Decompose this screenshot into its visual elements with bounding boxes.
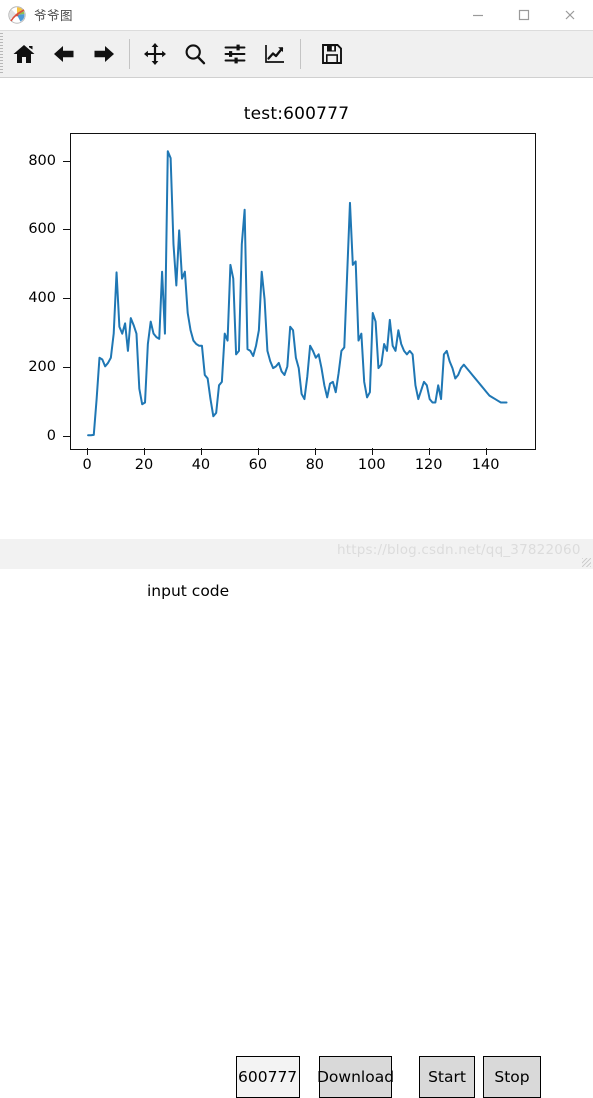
minimize-icon[interactable] xyxy=(455,0,501,29)
edit-axis-chart-icon[interactable] xyxy=(255,34,295,74)
plot-area[interactable] xyxy=(70,133,536,450)
download-button[interactable]: Download xyxy=(317,1056,394,1098)
stock-code-input[interactable] xyxy=(236,1056,300,1098)
y-tick-mark xyxy=(63,367,70,369)
stop-button[interactable]: Stop xyxy=(483,1056,541,1098)
x-tick-mark xyxy=(371,448,373,455)
y-tick-label: 800 xyxy=(28,152,56,169)
maximize-icon[interactable] xyxy=(501,0,547,29)
close-icon[interactable] xyxy=(547,0,593,29)
figure-canvas: test:600777 0 200 400 600 800 0 20 40 60 80 100 12… xyxy=(0,79,593,1098)
y-tick-label: 0 xyxy=(46,427,56,444)
x-tick-label: 40 xyxy=(191,457,211,473)
y-tick-mark xyxy=(63,160,70,162)
x-tick-mark xyxy=(257,448,259,455)
pan-move-icon[interactable] xyxy=(135,34,175,74)
subplot-sliders-icon[interactable] xyxy=(215,34,255,74)
data-line-plot xyxy=(87,150,508,437)
toolbar-separator-2 xyxy=(300,39,301,69)
x-tick-label: 0 xyxy=(82,457,92,473)
x-tick-label: 100 xyxy=(357,457,386,473)
y-tick-label: 400 xyxy=(28,290,56,307)
x-tick-mark xyxy=(144,448,146,455)
chart-title: test:600777 xyxy=(243,104,350,124)
x-tick-label: 20 xyxy=(134,457,154,473)
x-tick-mark xyxy=(200,448,203,455)
x-tick-label: 60 xyxy=(248,457,268,473)
window-buttons xyxy=(455,0,593,29)
save-floppy-icon[interactable] xyxy=(312,34,352,74)
window-title: 爷爷图 xyxy=(34,8,74,23)
y-tick-mark xyxy=(63,435,70,438)
x-tick-mark xyxy=(87,448,89,455)
input-code-label: input code xyxy=(147,582,230,600)
x-tick-mark xyxy=(428,448,430,455)
matplotlib-navigation-toolbar xyxy=(0,30,593,78)
y-tick-label: 200 xyxy=(28,359,56,376)
x-tick-label: 140 xyxy=(471,457,500,473)
y-tick-mark xyxy=(63,229,70,231)
x-tick-mark xyxy=(314,448,316,455)
watermark-text: https://blog.csdn.net/qq_37822060 xyxy=(337,542,581,558)
window-titlebar: 爷爷图 xyxy=(0,0,593,30)
x-tick-label: 120 xyxy=(414,457,443,473)
home-icon[interactable] xyxy=(4,34,44,74)
zoom-magnifier-icon[interactable] xyxy=(175,34,215,74)
toolbar-separator-1 xyxy=(129,39,130,69)
x-tick-label: 80 xyxy=(305,457,325,473)
forward-arrow-icon[interactable] xyxy=(84,34,124,74)
matplotlib-logo-icon xyxy=(8,5,26,24)
start-button[interactable]: Start xyxy=(419,1056,475,1098)
y-tick-mark xyxy=(63,298,70,300)
x-tick-mark xyxy=(485,448,487,455)
resize-grip-icon[interactable] xyxy=(582,558,591,567)
y-tick-label: 600 xyxy=(28,221,56,238)
back-arrow-icon[interactable] xyxy=(44,34,84,74)
control-bar: input code Download Start Stop xyxy=(0,568,593,1098)
